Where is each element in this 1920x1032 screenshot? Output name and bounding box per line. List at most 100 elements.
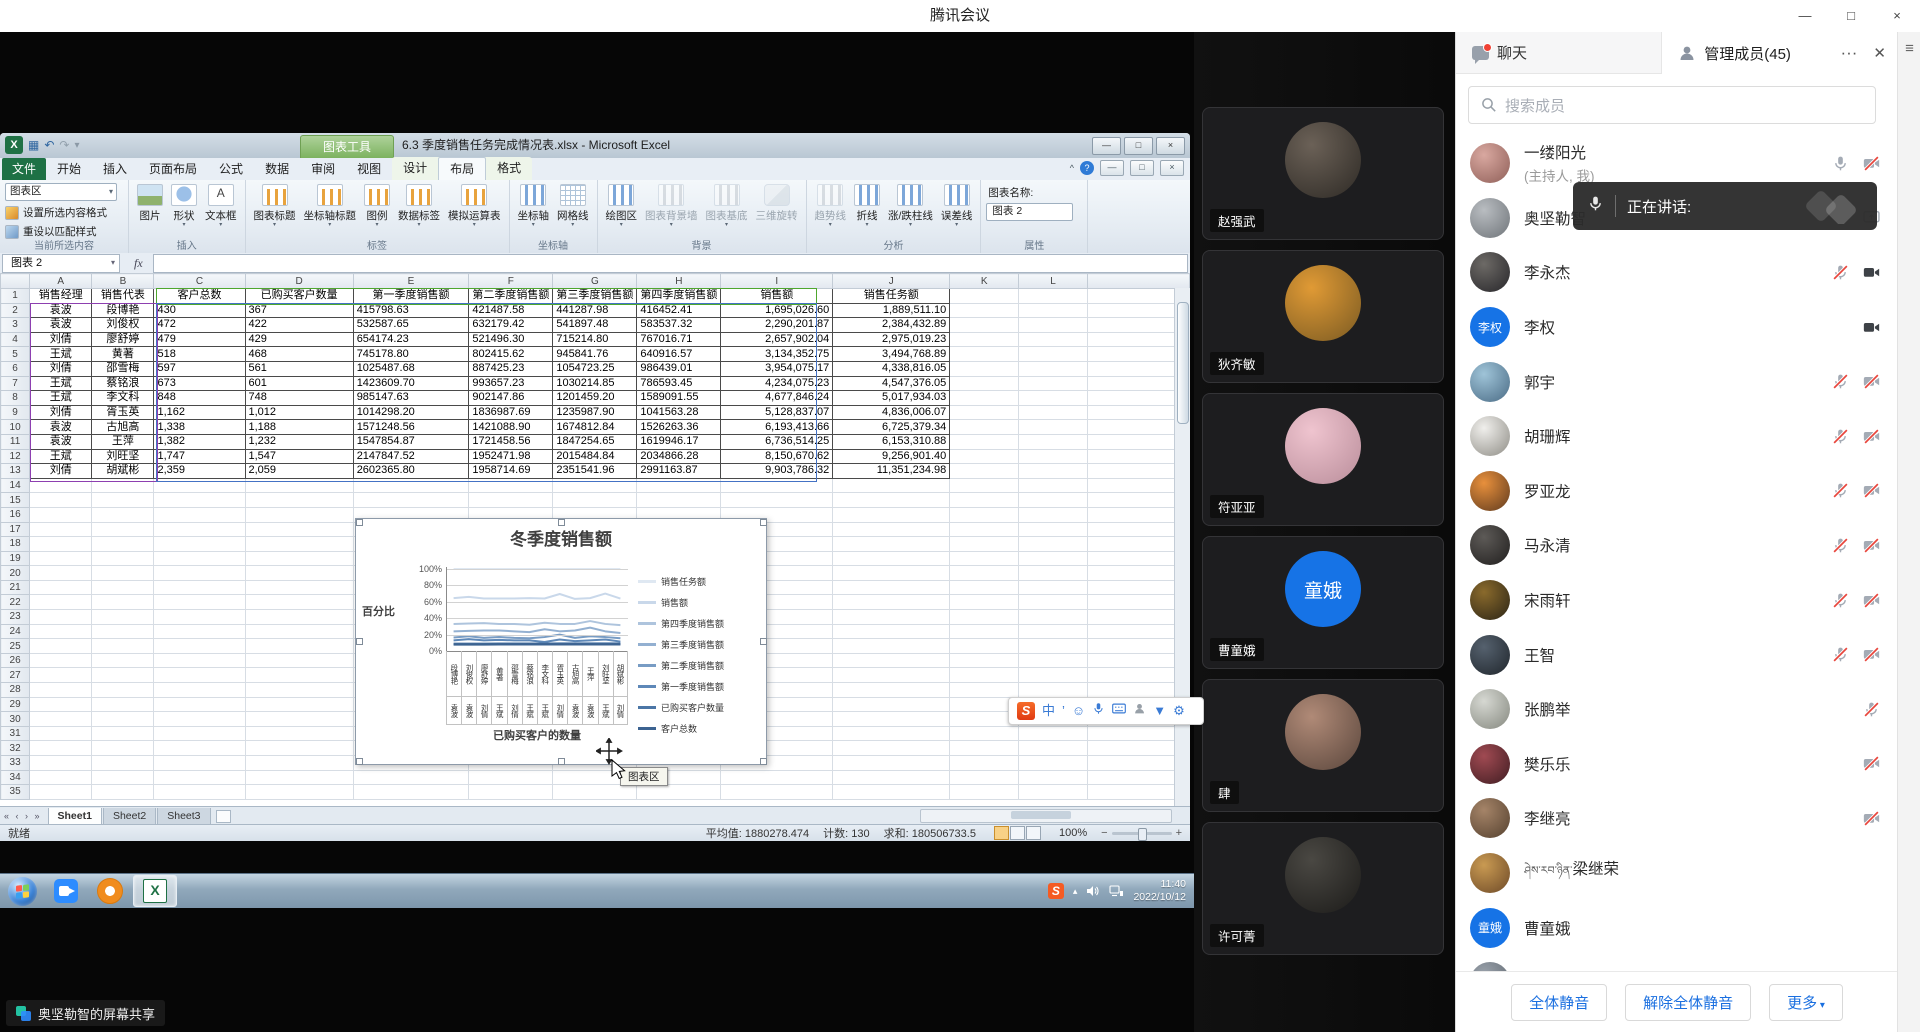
- cell[interactable]: [30, 683, 92, 698]
- cell[interactable]: [1019, 478, 1088, 493]
- cell[interactable]: 541897.48: [553, 318, 637, 333]
- cell[interactable]: [950, 478, 1019, 493]
- video-tile-许可菁[interactable]: 许可菁: [1202, 822, 1444, 955]
- cell[interactable]: 583537.32: [637, 318, 721, 333]
- cell[interactable]: 销售代表: [92, 289, 154, 304]
- tab-insert[interactable]: 插入: [92, 158, 138, 180]
- sheet-nav-icons[interactable]: « ‹ › »: [4, 811, 42, 821]
- cell[interactable]: [833, 712, 950, 727]
- cell[interactable]: 1201459.20: [553, 391, 637, 406]
- cell[interactable]: [950, 449, 1019, 464]
- cell[interactable]: [1019, 610, 1088, 625]
- tab-formulas[interactable]: 公式: [208, 158, 254, 180]
- cell[interactable]: 2,975,019.23: [833, 332, 950, 347]
- chart-selection-handle[interactable]: [760, 638, 767, 645]
- cell[interactable]: [1019, 537, 1088, 552]
- ribbon-button-绘图区[interactable]: 绘图区▾: [603, 183, 641, 229]
- cell[interactable]: [833, 726, 950, 741]
- cell[interactable]: 2015484.84: [553, 449, 637, 464]
- cell[interactable]: 1,747: [154, 449, 245, 464]
- row-header-8[interactable]: 8: [1, 391, 30, 406]
- mic-off-icon[interactable]: [1832, 537, 1849, 554]
- cell[interactable]: 945841.76: [553, 347, 637, 362]
- cell[interactable]: [154, 624, 245, 639]
- cell[interactable]: 479: [154, 332, 245, 347]
- cell[interactable]: 胥玉英: [92, 405, 154, 420]
- cell[interactable]: [154, 522, 245, 537]
- cell[interactable]: [92, 493, 154, 508]
- row-header-1[interactable]: 1: [1, 289, 30, 304]
- close-icon[interactable]: ×: [1874, 0, 1920, 32]
- row-header-20[interactable]: 20: [1, 566, 30, 581]
- cell[interactable]: 597: [154, 361, 245, 376]
- cell[interactable]: [245, 653, 353, 668]
- cell[interactable]: 1,382: [154, 434, 245, 449]
- mic-off-icon[interactable]: [1832, 592, 1849, 609]
- cell[interactable]: [92, 551, 154, 566]
- cell[interactable]: [833, 697, 950, 712]
- member-row-李永杰[interactable]: 李永杰: [1456, 245, 1898, 300]
- tab-pagelayout[interactable]: 页面布局: [138, 158, 208, 180]
- cell[interactable]: 715214.80: [553, 332, 637, 347]
- cell[interactable]: [30, 653, 92, 668]
- column-header-K[interactable]: K: [950, 274, 1019, 289]
- excel-logo-icon[interactable]: X: [5, 136, 23, 154]
- cell[interactable]: [92, 683, 154, 698]
- cell[interactable]: 1847254.65: [553, 434, 637, 449]
- view-mode-buttons[interactable]: [994, 826, 1041, 840]
- cell[interactable]: [950, 464, 1019, 479]
- column-header-L[interactable]: L: [1019, 274, 1088, 289]
- cell[interactable]: [245, 551, 353, 566]
- cell[interactable]: 1,695,026.60: [721, 303, 833, 318]
- vertical-scrollbar[interactable]: [1174, 288, 1190, 806]
- cell[interactable]: [154, 493, 245, 508]
- cell[interactable]: [30, 770, 92, 785]
- row-header-29[interactable]: 29: [1, 697, 30, 712]
- cell[interactable]: [1019, 507, 1088, 522]
- ime-keyboard-icon[interactable]: [1112, 698, 1126, 724]
- cell[interactable]: [245, 683, 353, 698]
- row-header-24[interactable]: 24: [1, 624, 30, 639]
- cell[interactable]: [92, 653, 154, 668]
- excel-close-icon[interactable]: ×: [1156, 137, 1185, 155]
- cell[interactable]: [245, 712, 353, 727]
- cell[interactable]: 2,384,432.89: [833, 318, 950, 333]
- cell[interactable]: [154, 770, 245, 785]
- chart-selection-handle[interactable]: [760, 519, 767, 526]
- mic-off-icon[interactable]: [1832, 373, 1849, 390]
- member-row-罗亚龙[interactable]: 罗亚龙: [1456, 464, 1898, 519]
- cell[interactable]: 王斌: [30, 376, 92, 391]
- cell[interactable]: 985147.63: [353, 391, 469, 406]
- ribbon-button-图例[interactable]: 图例▾: [361, 183, 393, 229]
- cam-off-icon[interactable]: [1863, 755, 1880, 772]
- collapse-ribbon-icon[interactable]: ^: [1070, 163, 1074, 173]
- cell[interactable]: 4,836,006.07: [833, 405, 950, 420]
- cell[interactable]: [469, 770, 553, 785]
- mic-off-icon[interactable]: [1863, 701, 1880, 718]
- cell[interactable]: 429: [245, 332, 353, 347]
- cell[interactable]: [950, 726, 1019, 741]
- undo-icon[interactable]: ↶: [44, 138, 54, 152]
- row-header-25[interactable]: 25: [1, 639, 30, 654]
- cell[interactable]: [154, 610, 245, 625]
- cell[interactable]: [245, 785, 353, 800]
- row-header-18[interactable]: 18: [1, 537, 30, 552]
- cell[interactable]: [92, 756, 154, 771]
- cell[interactable]: 袁波: [30, 420, 92, 435]
- cell[interactable]: [950, 741, 1019, 756]
- row-header-11[interactable]: 11: [1, 434, 30, 449]
- tab-view[interactable]: 视图: [346, 158, 392, 180]
- cell[interactable]: 刘倩: [30, 332, 92, 347]
- cell[interactable]: [353, 478, 469, 493]
- tray-expand-icon[interactable]: ▴: [1073, 886, 1078, 897]
- cell[interactable]: [30, 712, 92, 727]
- chart-selection-handle[interactable]: [356, 638, 363, 645]
- cell[interactable]: 刘俊权: [92, 318, 154, 333]
- cell[interactable]: [469, 785, 553, 800]
- cell[interactable]: 632179.42: [469, 318, 553, 333]
- cell[interactable]: [245, 726, 353, 741]
- cell[interactable]: [154, 726, 245, 741]
- cell[interactable]: [245, 507, 353, 522]
- cell[interactable]: [30, 493, 92, 508]
- cell[interactable]: 袁波: [30, 303, 92, 318]
